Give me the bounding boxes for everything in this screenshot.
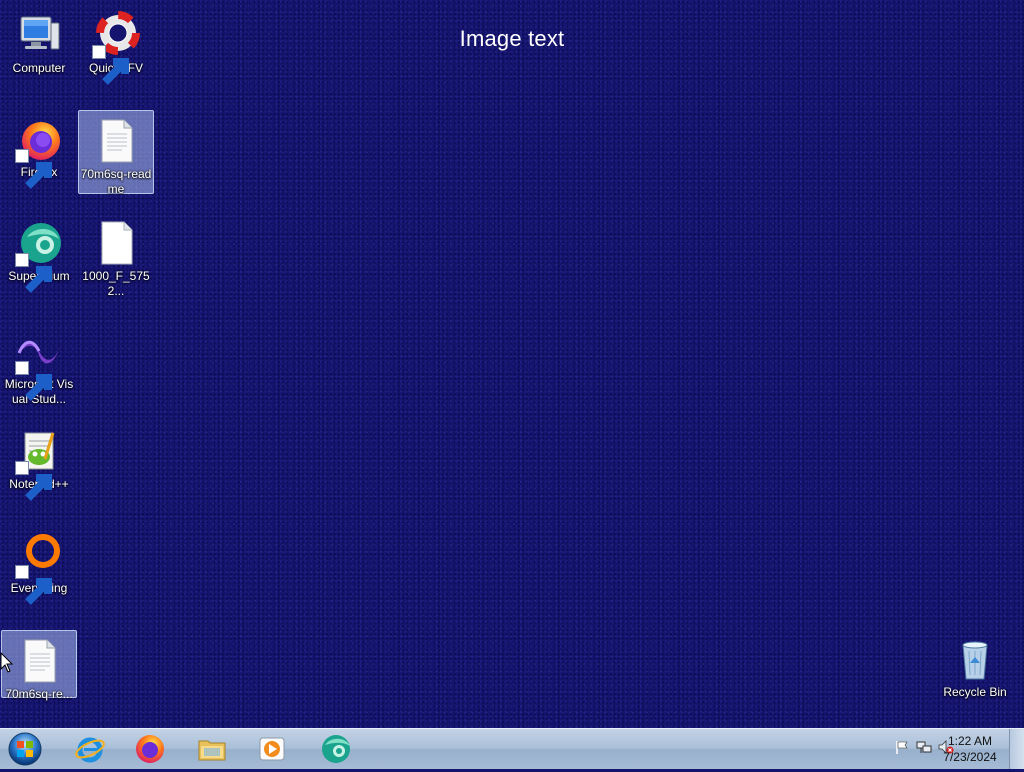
desktop-icon-visual-studio[interactable]: Microsoft Visual Stud...: [1, 320, 77, 408]
text-file-icon: [92, 117, 140, 165]
shortcut-arrow-icon: [15, 461, 52, 501]
supermium-icon: [322, 735, 350, 763]
icon-label: 70m6sq-readme: [80, 167, 152, 196]
desktop-icon-quicksfv[interactable]: QuickSFV: [78, 4, 154, 88]
icon-label: Recycle Bin: [943, 685, 1007, 699]
clock-date: 7/23/2024: [943, 750, 997, 764]
recycle-bin-icon: [951, 635, 999, 683]
start-button[interactable]: [5, 731, 45, 767]
taskbar-media-player[interactable]: [246, 731, 298, 767]
internet-explorer-icon: [75, 737, 105, 763]
desktop[interactable]: Image text Computer QuickSFV Firefox 70m…: [0, 0, 1024, 728]
taskbar-clock[interactable]: 1:22 AM 7/23/2024: [938, 733, 1002, 765]
taskbar-internet-explorer[interactable]: [64, 731, 116, 767]
firefox-icon: [15, 115, 63, 189]
shortcut-arrow-icon: [15, 361, 52, 401]
shortcut-arrow-icon: [15, 149, 52, 189]
shortcut-arrow-icon: [92, 45, 129, 85]
clock-time: 1:22 AM: [947, 734, 993, 748]
desktop-icon-70m6sq-readme[interactable]: 70m6sq-readme: [78, 110, 154, 196]
windows-start-icon: [8, 732, 42, 766]
everything-search-icon: [15, 531, 63, 605]
lifebuoy-icon: [92, 11, 140, 85]
taskbar-supermium[interactable]: [310, 731, 362, 767]
taskbar: 1:22 AM 7/23/2024: [0, 728, 1024, 769]
icon-label: Computer: [12, 61, 66, 75]
desktop-icon-supermium[interactable]: Supermium: [1, 212, 77, 296]
flag-icon[interactable]: [894, 739, 910, 755]
desktop-icon-1000-f-file[interactable]: 1000_F_5752...: [78, 212, 154, 298]
supermium-icon: [15, 219, 63, 293]
show-desktop-button[interactable]: [1009, 729, 1024, 769]
taskbar-firefox[interactable]: [124, 731, 176, 767]
visual-studio-icon: [15, 327, 63, 401]
shortcut-arrow-icon: [15, 253, 52, 293]
notepad-plus-plus-icon: [15, 427, 63, 501]
mouse-cursor-icon: [0, 651, 14, 674]
desktop-icon-everything[interactable]: Everything: [1, 524, 77, 608]
icon-label: 1000_F_5752...: [82, 269, 150, 298]
network-icon[interactable]: [916, 739, 932, 755]
file-icon: [92, 219, 140, 267]
desktop-icon-recycle-bin[interactable]: Recycle Bin: [937, 628, 1013, 712]
firefox-icon: [136, 735, 164, 763]
icon-label: 70m6sq-re...: [5, 687, 73, 701]
computer-icon: [15, 11, 63, 59]
desktop-icon-firefox[interactable]: Firefox: [1, 108, 77, 192]
shortcut-arrow-icon: [15, 565, 52, 605]
text-file-icon: [15, 637, 63, 685]
desktop-icon-notepad-plus-plus[interactable]: Notepad++: [1, 420, 77, 504]
desktop-icon-computer[interactable]: Computer: [1, 4, 77, 88]
media-player-icon: [259, 737, 285, 761]
taskbar-file-explorer[interactable]: [186, 731, 238, 767]
folder-icon: [198, 740, 226, 761]
